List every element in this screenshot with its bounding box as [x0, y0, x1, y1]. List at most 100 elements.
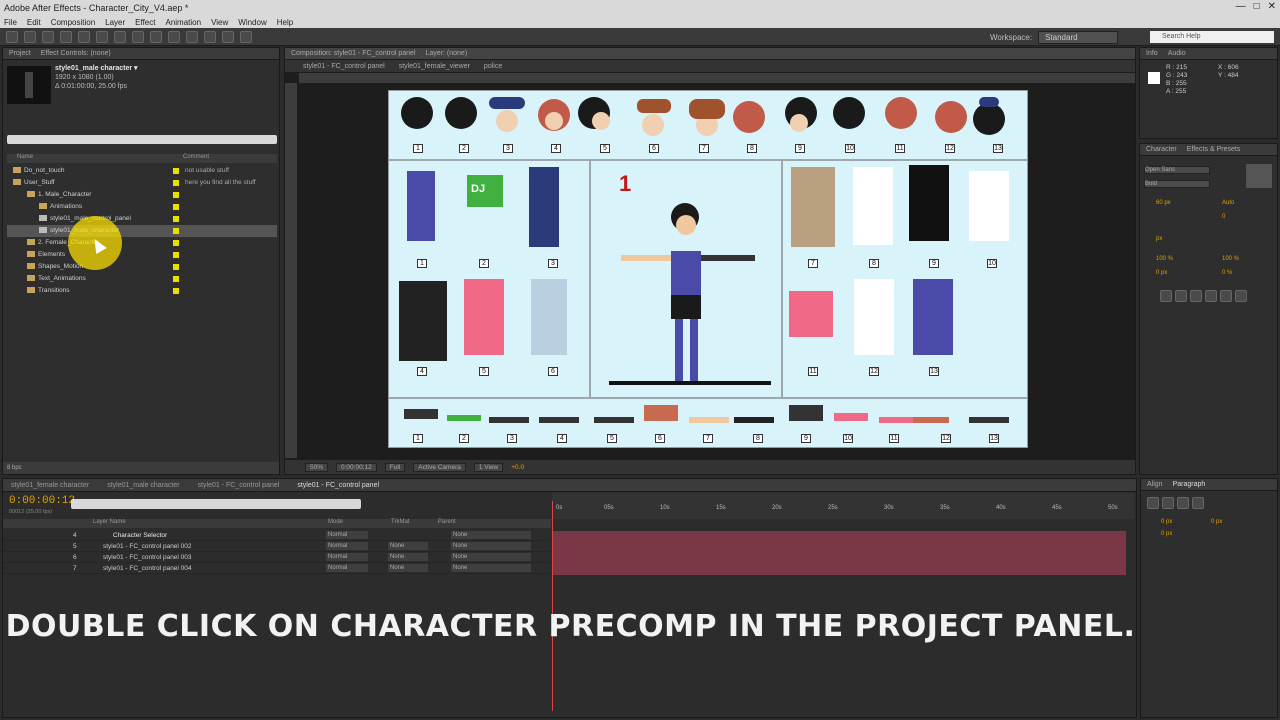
time-ruler[interactable]: 0s 05s 10s 15s 20s 25s 30s 35s 40s 45s 5… [552, 493, 1134, 519]
camera-select[interactable]: Active Camera [413, 462, 466, 472]
search-help-input[interactable]: Search Help [1150, 31, 1274, 43]
shoe-number[interactable]: 6 [655, 434, 665, 443]
flow-item[interactable]: style01_female_viewer [399, 63, 470, 70]
layer-row[interactable]: 7 style01 - FC_control panel 004 Normal … [3, 563, 551, 574]
space-before-value[interactable]: 0 px [1161, 531, 1172, 537]
faux-bold-icon[interactable] [1160, 290, 1172, 302]
tab-audio[interactable]: Audio [1168, 50, 1186, 57]
flow-item[interactable]: style01 - FC_control panel [303, 63, 385, 70]
faux-italic-icon[interactable] [1175, 290, 1187, 302]
baseline-shift-value[interactable]: 0 px [1156, 270, 1167, 276]
tab-align[interactable]: Align [1147, 481, 1163, 488]
tab-composition[interactable]: Composition: style01 - FC_control panel [291, 50, 416, 57]
mode-select[interactable]: Normal [326, 542, 368, 550]
trkmat-select[interactable]: None [388, 553, 428, 561]
menu-help[interactable]: Help [277, 18, 293, 27]
superscript-icon[interactable] [1220, 290, 1232, 302]
shoe-number[interactable]: 4 [557, 434, 567, 443]
indent-right-value[interactable]: 0 px [1211, 519, 1222, 525]
hair-number[interactable]: 8 [747, 144, 757, 153]
shoe-number[interactable]: 11 [889, 434, 899, 443]
current-time[interactable]: 0:00:00:12 [336, 462, 377, 472]
brush-tool-icon[interactable] [168, 30, 180, 43]
layer-duration-bars[interactable] [552, 531, 1126, 575]
hair-number[interactable]: 2 [459, 144, 469, 153]
shoe-number[interactable]: 8 [753, 434, 763, 443]
project-item[interactable]: Transitions [7, 285, 277, 297]
mode-select[interactable]: Normal [326, 553, 368, 561]
col-trkmat[interactable]: TrkMat [391, 519, 409, 525]
hand-tool-icon[interactable] [24, 30, 36, 43]
tab-project[interactable]: Project [9, 50, 31, 57]
mode-select[interactable]: Normal [326, 564, 368, 572]
shoe-number[interactable]: 7 [703, 434, 713, 443]
menu-edit[interactable]: Edit [27, 18, 41, 27]
menu-view[interactable]: View [211, 18, 228, 27]
type-tool-icon[interactable] [150, 30, 162, 43]
project-item[interactable]: 1. Male_Character [7, 189, 277, 201]
col-layer-name[interactable]: Layer Name [93, 519, 126, 525]
menu-composition[interactable]: Composition [51, 18, 95, 27]
top-number[interactable]: 7 [808, 259, 818, 268]
label-color[interactable] [173, 264, 179, 270]
shoe-number[interactable]: 3 [507, 434, 517, 443]
label-color[interactable] [173, 204, 179, 210]
composition-canvas[interactable]: 1 DJ 1 2 3 4 5 6 7 8 9 10 11 12 13 1 2 3… [388, 90, 1028, 448]
exposure-value[interactable]: +0.0 [511, 464, 524, 471]
vertical-scale-value[interactable]: 100 % [1156, 256, 1173, 262]
pan-behind-tool-icon[interactable] [96, 30, 108, 43]
shoe-number[interactable]: 1 [413, 434, 423, 443]
layer-row[interactable]: 5 style01 - FC_control panel 002 Normal … [3, 541, 551, 552]
indent-left-value[interactable]: 0 px [1161, 519, 1172, 525]
tab-effect-controls[interactable]: Effect Controls: (none) [41, 50, 111, 57]
label-color[interactable] [173, 216, 179, 222]
fill-stroke-swatch[interactable] [1246, 164, 1272, 188]
stroke-unit[interactable]: px [1156, 236, 1162, 242]
project-item[interactable]: 2. Female_Character [7, 237, 277, 249]
all-caps-icon[interactable] [1190, 290, 1202, 302]
hair-number[interactable]: 9 [795, 144, 805, 153]
tsume-value[interactable]: 0 % [1222, 270, 1232, 276]
tab-info[interactable]: Info [1146, 50, 1158, 57]
parent-select[interactable]: None [451, 553, 531, 561]
leading-value[interactable]: Auto [1222, 200, 1234, 206]
selected-item-name[interactable]: style01_male character ▾ [55, 64, 138, 73]
zoom-tool-icon[interactable] [42, 30, 54, 43]
label-color[interactable] [173, 252, 179, 258]
top-number[interactable]: 3 [548, 259, 558, 268]
shoe-number[interactable]: 10 [843, 434, 853, 443]
top-number[interactable]: 6 [548, 367, 558, 376]
label-color[interactable] [173, 168, 179, 174]
maximize-icon[interactable]: □ [1254, 1, 1260, 12]
top-number[interactable]: 12 [869, 367, 879, 376]
project-item[interactable]: User_Stuff here you find all the stuff [7, 177, 277, 189]
top-number[interactable]: 2 [479, 259, 489, 268]
views-select[interactable]: 1 View [473, 462, 504, 472]
top-number[interactable]: 11 [808, 367, 818, 376]
align-center-icon[interactable] [1162, 497, 1174, 509]
small-caps-icon[interactable] [1205, 290, 1217, 302]
label-color[interactable] [173, 180, 179, 186]
menu-file[interactable]: File [4, 18, 17, 27]
mode-select[interactable]: Normal [326, 531, 368, 539]
hair-number[interactable]: 1 [413, 144, 423, 153]
hair-number[interactable]: 10 [845, 144, 855, 153]
hair-number[interactable]: 7 [699, 144, 709, 153]
timeline-tab-active[interactable]: style01 - FC_control panel [297, 482, 379, 489]
project-search-input[interactable] [7, 135, 277, 144]
top-number[interactable]: 8 [869, 259, 879, 268]
timecode-display[interactable]: 0:00:00:12 [9, 495, 75, 507]
menu-window[interactable]: Window [238, 18, 266, 27]
menu-layer[interactable]: Layer [105, 18, 125, 27]
top-number[interactable]: 10 [987, 259, 997, 268]
label-color[interactable] [173, 228, 179, 234]
timeline-tab[interactable]: style01_female character [11, 482, 89, 489]
playhead[interactable] [552, 501, 553, 711]
flow-item[interactable]: police [484, 63, 502, 70]
trkmat-select[interactable]: None [388, 564, 428, 572]
bpc-label[interactable]: 8 bpc [7, 465, 22, 471]
timeline-tab[interactable]: style01 - FC_control panel [198, 482, 280, 489]
top-number[interactable]: 4 [417, 367, 427, 376]
tab-effects-presets[interactable]: Effects & Presets [1187, 146, 1241, 153]
shape-tool-icon[interactable] [114, 30, 126, 43]
